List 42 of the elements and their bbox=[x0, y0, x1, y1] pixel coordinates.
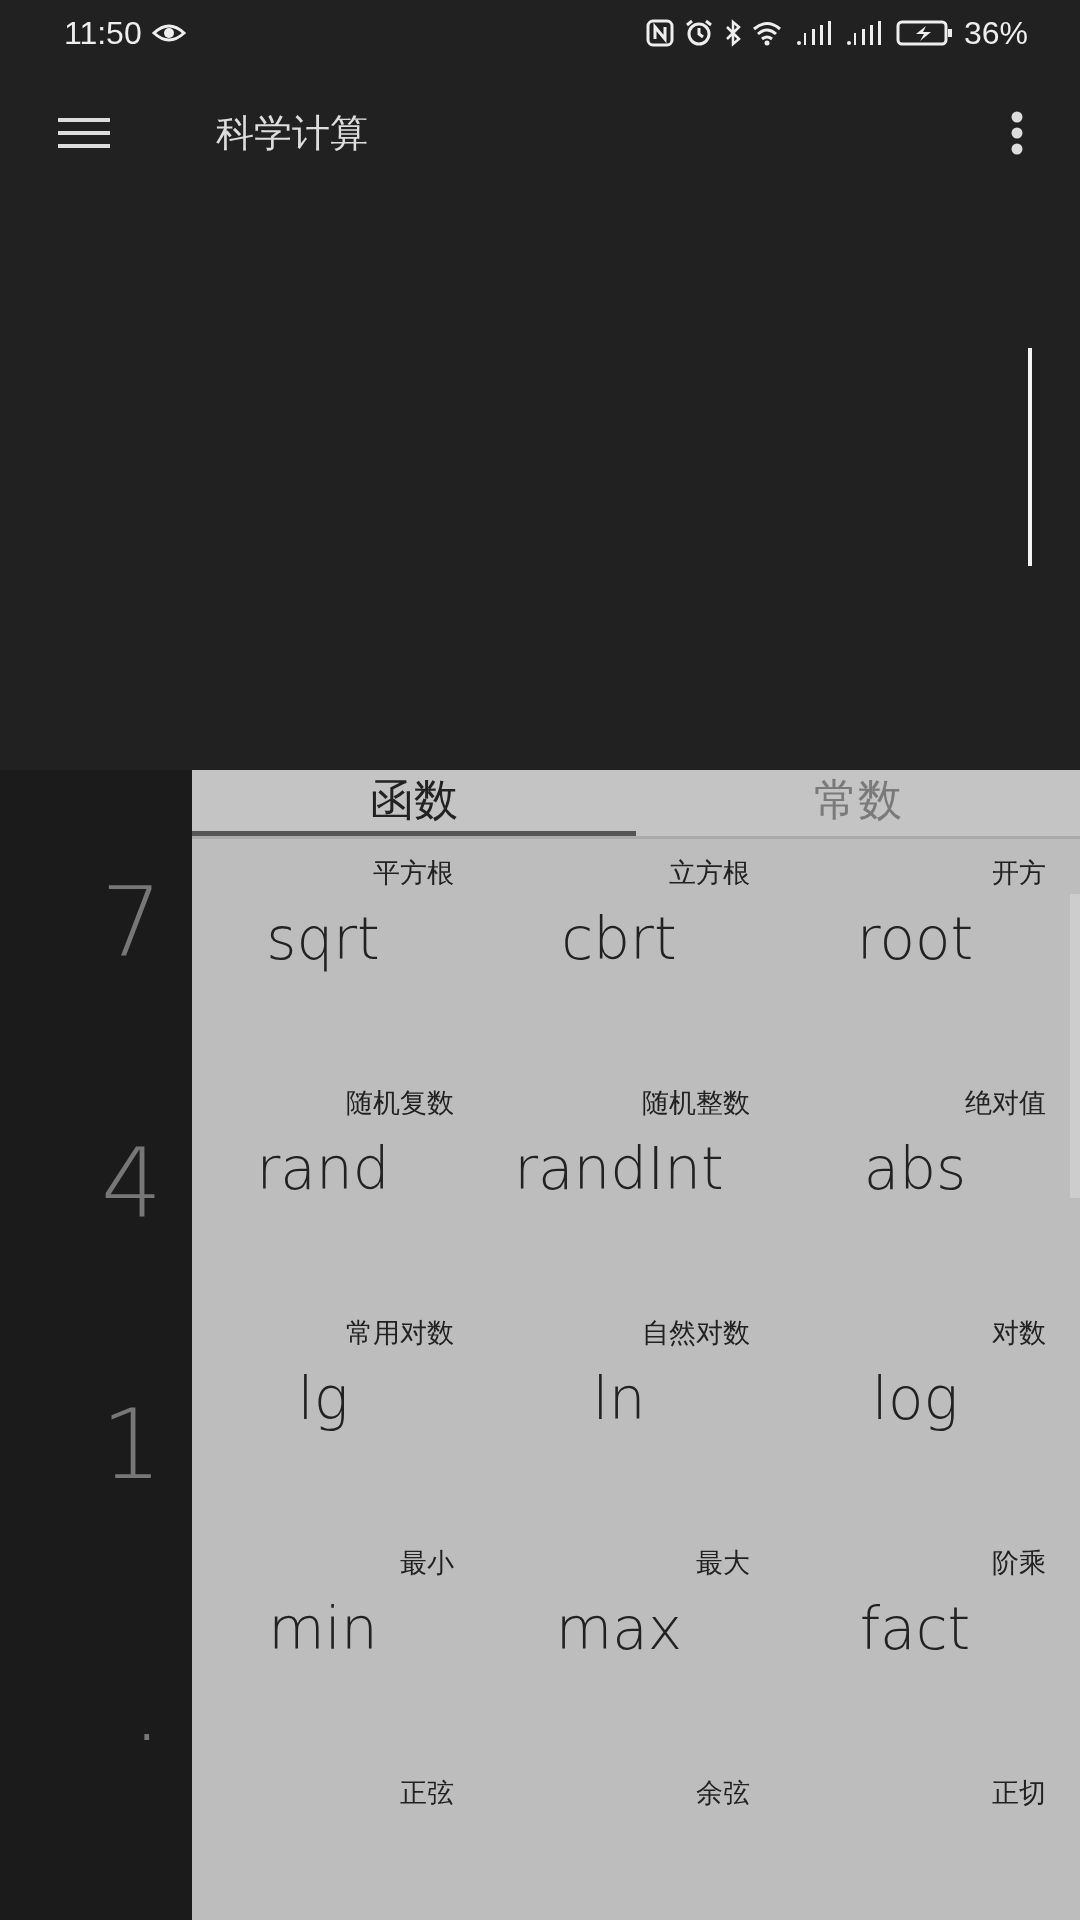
function-description: 对数 bbox=[992, 1316, 1046, 1350]
digit-key[interactable]: . bbox=[131, 1658, 192, 1920]
function-description: 立方根 bbox=[669, 856, 750, 890]
alarm-icon bbox=[683, 19, 714, 47]
function-description: 绝对值 bbox=[965, 1086, 1046, 1120]
bluetooth-icon bbox=[723, 19, 742, 47]
status-time: 11:50 bbox=[64, 14, 142, 52]
digit-key[interactable]: 1 bbox=[100, 1397, 192, 1659]
function-description: 正切 bbox=[992, 1776, 1046, 1810]
digit-key[interactable]: 7 bbox=[100, 874, 192, 1136]
function-key[interactable]: lg bbox=[293, 1365, 353, 1433]
function-description: 开方 bbox=[992, 856, 1046, 890]
battery-percentage: 36% bbox=[963, 14, 1028, 52]
battery-charging-icon bbox=[895, 19, 954, 47]
function-description: 余弦 bbox=[696, 1776, 750, 1810]
nfc-icon bbox=[645, 19, 674, 47]
digit-key[interactable]: 4 bbox=[100, 1135, 192, 1397]
function-description: 阶乘 bbox=[992, 1546, 1046, 1580]
function-key[interactable]: fact bbox=[855, 1595, 975, 1663]
function-key[interactable]: log bbox=[867, 1365, 963, 1433]
function-key[interactable]: root bbox=[852, 905, 978, 973]
app-title: 科学计算 bbox=[216, 109, 369, 157]
function-description: 最小 bbox=[400, 1546, 454, 1580]
function-description: 常用对数 bbox=[346, 1316, 454, 1350]
function-key[interactable]: sqrt bbox=[262, 905, 384, 973]
function-description: 平方根 bbox=[373, 856, 454, 890]
function-key[interactable]: ln bbox=[588, 1365, 650, 1433]
function-key[interactable]: rand bbox=[252, 1135, 394, 1203]
more-options-icon[interactable] bbox=[1010, 111, 1024, 155]
function-key[interactable]: abs bbox=[859, 1135, 971, 1203]
function-description: 随机整数 bbox=[642, 1086, 750, 1120]
function-description: 最大 bbox=[696, 1546, 750, 1580]
function-key[interactable]: max bbox=[551, 1595, 687, 1663]
function-key[interactable]: cbrt bbox=[557, 905, 681, 973]
eye-icon bbox=[151, 22, 186, 44]
tab[interactable]: 函数 bbox=[192, 770, 636, 836]
function-description: 随机复数 bbox=[346, 1086, 454, 1120]
function-key[interactable]: randInt bbox=[510, 1135, 728, 1203]
function-key[interactable]: min bbox=[264, 1595, 382, 1663]
menu-icon[interactable] bbox=[56, 117, 112, 149]
function-description: 自然对数 bbox=[642, 1316, 750, 1350]
function-description: 正弦 bbox=[400, 1776, 454, 1810]
